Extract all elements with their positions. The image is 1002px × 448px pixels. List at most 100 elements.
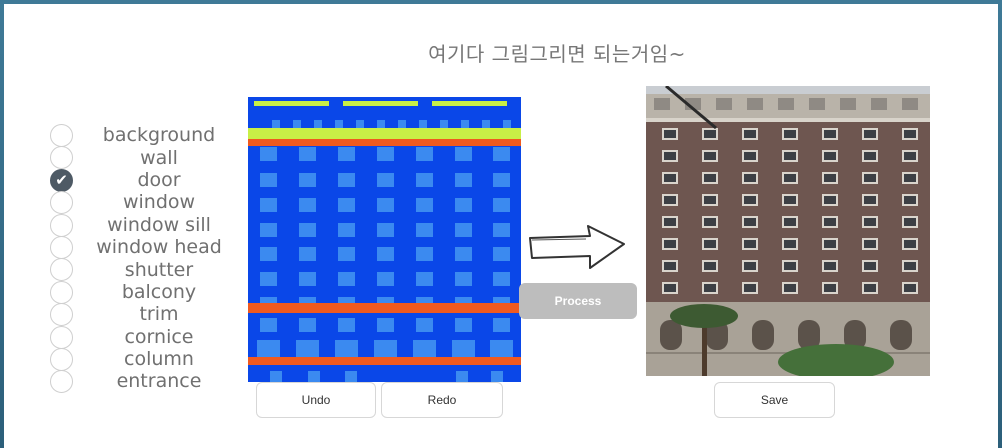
label-list: background wall ✔ door window window sil…	[50, 124, 230, 394]
window-segment	[260, 247, 277, 261]
checkmark-icon: ✔	[55, 170, 68, 189]
ornament	[902, 98, 918, 110]
window-segment	[440, 120, 448, 128]
label-option-cornice[interactable]: cornice	[50, 325, 230, 349]
window-pane	[744, 130, 756, 138]
window-pane	[744, 284, 756, 292]
building-photo	[646, 86, 930, 376]
window-segment	[491, 371, 503, 382]
window-segment	[338, 272, 355, 286]
window-segment	[455, 247, 472, 261]
window-segment	[299, 318, 316, 332]
radio-cornice[interactable]	[50, 325, 73, 349]
window-segment	[419, 120, 427, 128]
label-option-column[interactable]: column	[50, 347, 230, 371]
radio-window[interactable]	[50, 191, 73, 215]
cornice-segment	[432, 101, 507, 106]
ornament	[778, 98, 794, 110]
cornice-segment	[248, 128, 521, 139]
ornament	[654, 98, 670, 110]
radio-column[interactable]	[50, 347, 73, 371]
window-pane	[664, 240, 676, 248]
label-option-balcony[interactable]: balcony	[50, 280, 230, 304]
trim-segment	[248, 139, 521, 146]
window-pane	[704, 240, 716, 248]
window-segment	[296, 340, 319, 358]
label-option-wall[interactable]: wall	[50, 146, 230, 170]
window-segment	[257, 340, 280, 358]
window-pane	[824, 196, 836, 204]
redo-button[interactable]: Redo	[381, 382, 503, 418]
window-segment	[299, 147, 316, 161]
window-segment	[493, 198, 510, 212]
window-segment	[377, 147, 394, 161]
window-segment	[455, 198, 472, 212]
label-text: balcony	[121, 280, 197, 303]
window-segment	[493, 318, 510, 332]
window-segment	[482, 120, 490, 128]
window-pane	[704, 196, 716, 204]
radio-shutter[interactable]	[50, 258, 73, 282]
label-option-background[interactable]: background	[50, 124, 230, 147]
radio-balcony[interactable]	[50, 280, 73, 304]
window-pane	[824, 262, 836, 270]
window-pane	[704, 284, 716, 292]
window-segment	[335, 340, 358, 358]
radio-window-sill[interactable]	[50, 213, 73, 237]
window-pane	[904, 284, 916, 292]
window-segment	[490, 340, 513, 358]
radio-window-head[interactable]	[50, 235, 73, 259]
window-segment	[377, 198, 394, 212]
window-segment	[356, 120, 364, 128]
cornice-band	[646, 118, 930, 122]
cornice-segment	[343, 101, 418, 106]
process-button[interactable]: Process	[519, 283, 637, 319]
window-segment	[338, 318, 355, 332]
radio-wall[interactable]	[50, 146, 73, 170]
undo-button[interactable]: Undo	[256, 382, 376, 418]
save-button[interactable]: Save	[714, 382, 835, 418]
label-option-entrance[interactable]: entrance	[50, 370, 230, 394]
window-pane	[744, 218, 756, 226]
radio-entrance[interactable]	[50, 370, 73, 394]
label-option-window[interactable]: window	[50, 191, 230, 215]
window-segment	[299, 173, 316, 187]
window-pane	[904, 130, 916, 138]
label-text: cornice	[124, 325, 194, 348]
window-segment	[272, 120, 280, 128]
segmentation-map	[248, 101, 521, 382]
label-option-shutter[interactable]: shutter	[50, 258, 230, 282]
radio-background[interactable]	[50, 124, 73, 147]
window-segment	[260, 223, 277, 237]
window-segment	[493, 173, 510, 187]
label-option-window-head[interactable]: window head	[50, 235, 230, 259]
window-segment	[338, 173, 355, 187]
trim-segment	[248, 357, 521, 365]
window-pane	[864, 130, 876, 138]
window-segment	[270, 371, 282, 382]
window-segment	[416, 223, 433, 237]
window-pane	[664, 130, 676, 138]
label-option-window-sill[interactable]: window sill	[50, 213, 230, 237]
window-pane	[704, 174, 716, 182]
drawing-canvas[interactable]	[248, 97, 521, 382]
window-pane	[904, 196, 916, 204]
window-pane	[864, 218, 876, 226]
window-pane	[824, 218, 836, 226]
label-text: window head	[96, 236, 222, 259]
window-segment	[260, 318, 277, 332]
window-pane	[744, 174, 756, 182]
window-segment	[260, 272, 277, 286]
window-segment	[493, 223, 510, 237]
window-pane	[664, 196, 676, 204]
radio-trim[interactable]	[50, 303, 73, 327]
window-pane	[744, 240, 756, 248]
label-option-door[interactable]: ✔ door	[50, 168, 230, 192]
window-segment	[455, 173, 472, 187]
label-option-trim[interactable]: trim	[50, 303, 230, 327]
label-text: shutter	[124, 258, 194, 281]
window-segment	[416, 198, 433, 212]
radio-door[interactable]: ✔	[50, 168, 73, 192]
window-segment	[299, 272, 316, 286]
window-segment	[374, 340, 397, 358]
